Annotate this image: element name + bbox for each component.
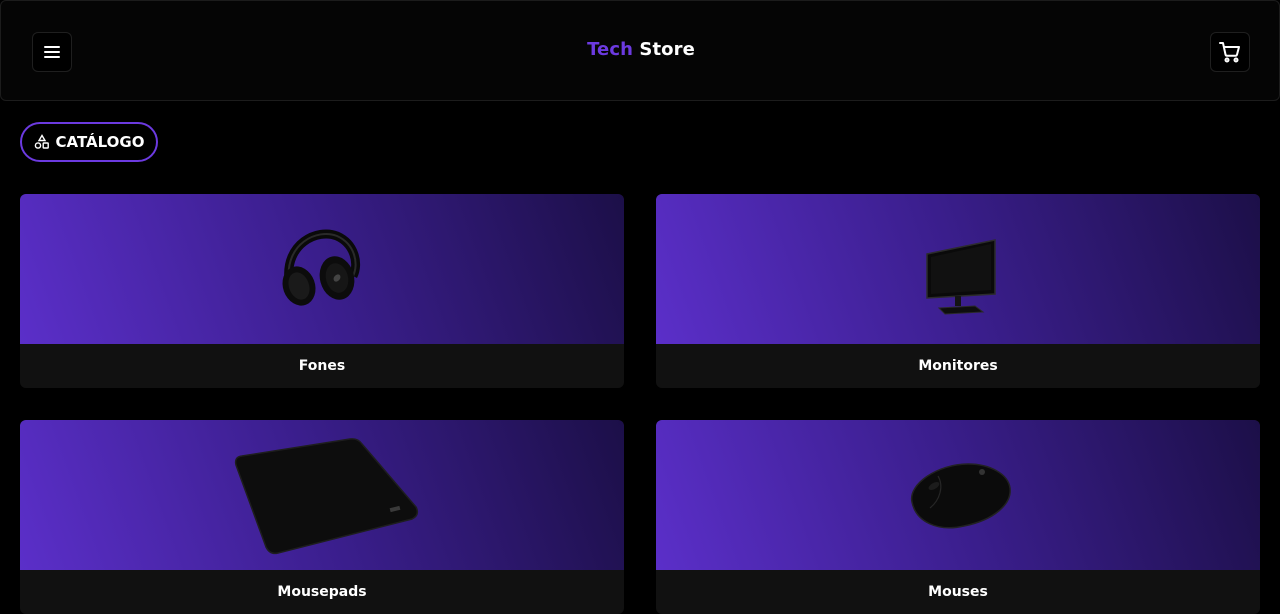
mousepad-image xyxy=(234,438,419,555)
brand-logo[interactable]: Tech Store xyxy=(1,39,1280,60)
category-label: Monitores xyxy=(918,358,998,374)
shapes-icon xyxy=(34,134,49,149)
mouse-image xyxy=(911,463,1011,529)
category-card-mouses[interactable]: Mouses xyxy=(656,420,1260,614)
category-card-mousepads[interactable]: Mousepads xyxy=(20,420,624,614)
catalog-badge[interactable]: CATÁLOGO xyxy=(20,122,158,162)
brand-accent: Tech xyxy=(587,39,634,60)
category-label: Mousepads xyxy=(277,584,367,600)
category-banner xyxy=(20,194,624,344)
headphones-image xyxy=(282,229,361,306)
category-card-fones[interactable]: Fones xyxy=(20,194,624,388)
monitor-image xyxy=(926,239,996,315)
category-banner xyxy=(656,194,1260,344)
category-label: Fones xyxy=(298,358,346,374)
category-banner xyxy=(20,420,624,570)
category-label: Mouses xyxy=(928,584,988,600)
category-banner xyxy=(656,420,1260,570)
catalog-label: CATÁLOGO xyxy=(55,133,145,151)
brand-rest: Store xyxy=(633,39,695,60)
cart-button[interactable] xyxy=(1210,32,1250,72)
category-card-monitores[interactable]: Monitores xyxy=(656,194,1260,388)
shopping-cart-icon xyxy=(1219,42,1240,63)
top-header: Tech Store xyxy=(0,0,1280,101)
